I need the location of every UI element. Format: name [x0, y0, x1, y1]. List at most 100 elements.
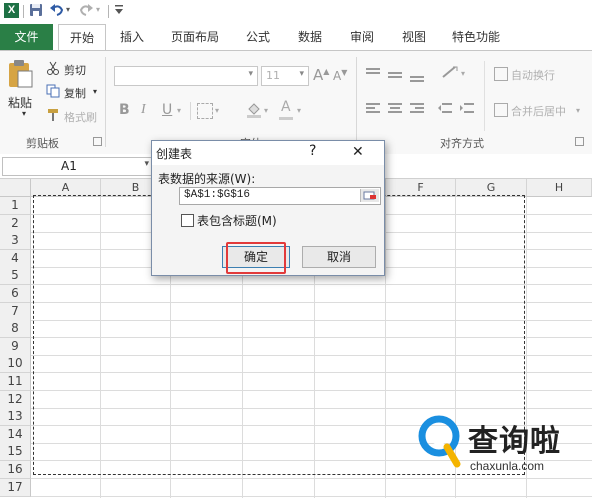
align-center-icon[interactable]	[388, 103, 402, 118]
font-color-dropdown-icon[interactable]: ▾	[297, 106, 301, 115]
chevron-down-icon: ▾	[299, 69, 304, 79]
redo-dropdown-icon[interactable]: ▾	[96, 5, 100, 14]
tab-view[interactable]: 视图	[392, 24, 436, 50]
clipboard-launcher-icon[interactable]	[93, 137, 102, 146]
undo-icon[interactable]	[49, 3, 65, 20]
alignment-launcher-icon[interactable]	[575, 137, 584, 146]
name-box-value: A1	[61, 159, 77, 173]
dialog-title: 创建表	[156, 147, 193, 161]
tab-page-layout[interactable]: 页面布局	[163, 24, 227, 50]
grow-font-icon[interactable]: A▲	[313, 66, 329, 84]
wrap-text-button[interactable]: 自动换行	[511, 67, 555, 83]
redo-icon[interactable]	[78, 3, 94, 20]
toolbar-divider	[484, 61, 485, 131]
tab-data[interactable]: 数据	[288, 24, 332, 50]
name-box[interactable]: A1 ▾	[2, 157, 154, 176]
shrink-font-icon[interactable]: A▼	[333, 68, 347, 83]
fill-color-dropdown-icon[interactable]: ▾	[264, 106, 268, 115]
merge-center-button[interactable]: 合并后居中	[511, 103, 566, 119]
align-right-icon[interactable]	[410, 103, 424, 118]
align-middle-icon[interactable]	[388, 69, 402, 84]
borders-icon[interactable]	[197, 103, 213, 119]
excel-logo-icon: X	[4, 3, 19, 18]
watermark-domain: chaxunla.com	[470, 459, 545, 473]
row-header[interactable]: 2	[0, 215, 31, 233]
fill-color-icon[interactable]	[246, 101, 262, 122]
close-button[interactable]: ✕	[352, 144, 364, 160]
row-header[interactable]: 3	[0, 232, 31, 250]
column-header[interactable]: H	[527, 179, 592, 197]
header-checkbox[interactable]	[181, 214, 194, 227]
format-painter-button[interactable]: 格式刷	[64, 109, 97, 125]
paste-icon[interactable]	[6, 59, 34, 92]
help-button[interactable]: ?	[309, 143, 316, 159]
row-header[interactable]: 9	[0, 338, 31, 356]
align-left-icon[interactable]	[366, 103, 380, 118]
tab-review[interactable]: 审阅	[340, 24, 384, 50]
italic-button[interactable]: I	[141, 102, 146, 118]
header-checkbox-label: 表包含标题(M)	[197, 214, 277, 228]
font-name-select[interactable]: ▾	[114, 66, 258, 86]
clipboard-group-label: 剪贴板	[26, 137, 59, 150]
tab-formulas[interactable]: 公式	[236, 24, 280, 50]
row-header[interactable]: 13	[0, 408, 31, 426]
font-size-value: 11	[266, 69, 280, 82]
increase-indent-icon[interactable]	[460, 103, 474, 118]
row-header[interactable]: 14	[0, 426, 31, 444]
row-header[interactable]: 5	[0, 267, 31, 285]
underline-dropdown-icon[interactable]: ▾	[177, 106, 181, 115]
wrap-text-icon[interactable]	[494, 67, 508, 81]
row-header[interactable]: 7	[0, 303, 31, 321]
merge-dropdown-icon[interactable]: ▾	[576, 106, 580, 115]
row-header[interactable]: 1	[0, 197, 31, 215]
format-painter-icon[interactable]	[46, 108, 60, 125]
merge-center-icon[interactable]	[494, 103, 508, 117]
orientation-icon[interactable]	[441, 65, 459, 82]
row-header[interactable]: 8	[0, 320, 31, 338]
row-header[interactable]: 10	[0, 355, 31, 373]
undo-dropdown-icon[interactable]: ▾	[66, 5, 70, 14]
align-top-icon[interactable]	[366, 67, 380, 82]
range-picker-icon[interactable]	[360, 189, 379, 202]
tab-special-features[interactable]: 特色功能	[444, 24, 508, 50]
paste-button[interactable]: 粘贴	[8, 94, 32, 111]
orientation-dropdown-icon[interactable]: ▾	[461, 69, 465, 78]
toolbar-divider	[108, 5, 109, 18]
tab-file[interactable]: 文件	[0, 24, 53, 50]
row-header[interactable]: 17	[0, 479, 31, 497]
group-divider	[356, 57, 357, 147]
range-input[interactable]: $A$1:$G$16	[179, 187, 381, 205]
alignment-group-label: 对齐方式	[440, 137, 484, 150]
quick-access-toolbar: X ▾ ▾	[0, 0, 592, 24]
tab-insert[interactable]: 插入	[110, 24, 154, 50]
underline-button[interactable]: U	[162, 102, 172, 118]
select-all-corner[interactable]	[0, 179, 31, 197]
dialog-titlebar[interactable]: 创建表 ? ✕	[152, 141, 384, 165]
row-header[interactable]: 4	[0, 250, 31, 268]
row-header[interactable]: 11	[0, 373, 31, 391]
decrease-indent-icon[interactable]	[438, 103, 452, 118]
copy-icon[interactable]	[46, 84, 60, 101]
chevron-down-icon: ▾	[248, 69, 253, 79]
cut-icon[interactable]	[46, 61, 60, 78]
row-header[interactable]: 6	[0, 285, 31, 303]
borders-dropdown-icon[interactable]: ▾	[215, 106, 219, 115]
cancel-button[interactable]: 取消	[302, 246, 376, 268]
font-size-select[interactable]: 11 ▾	[261, 66, 309, 86]
row-header[interactable]: 12	[0, 391, 31, 409]
copy-button[interactable]: 复制	[64, 85, 86, 101]
cut-button[interactable]: 剪切	[64, 62, 86, 78]
customize-icon[interactable]	[114, 2, 124, 19]
magnifier-logo-icon	[417, 414, 465, 471]
save-icon[interactable]	[29, 3, 43, 20]
row-header[interactable]: 16	[0, 461, 31, 479]
paste-dropdown-icon[interactable]: ▾	[22, 109, 26, 118]
row-header[interactable]: 15	[0, 443, 31, 461]
align-bottom-icon[interactable]	[410, 71, 424, 86]
grow-font-glyph: A	[313, 66, 324, 84]
bold-button[interactable]: B	[119, 102, 130, 118]
copy-dropdown-icon[interactable]: ▾	[93, 87, 97, 96]
font-color-button[interactable]: A	[281, 99, 291, 115]
tab-home[interactable]: 开始	[58, 24, 106, 51]
create-table-dialog: 创建表 ? ✕ 表数据的来源(W): $A$1:$G$16 表包含标题(M) 确…	[151, 140, 385, 276]
